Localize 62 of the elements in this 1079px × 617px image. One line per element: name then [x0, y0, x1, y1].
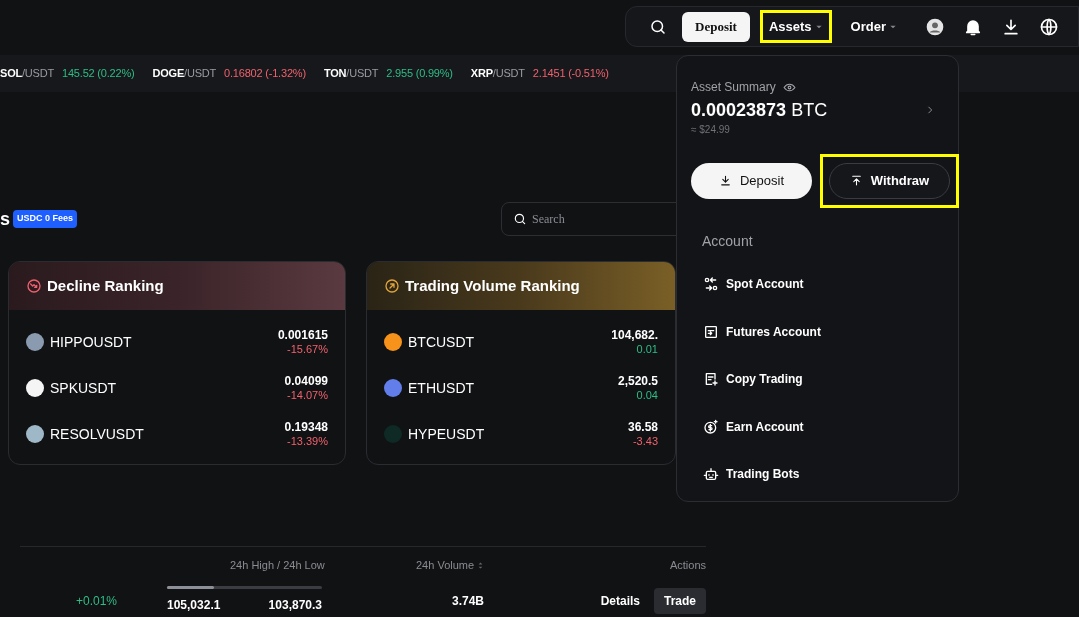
trend-down-icon — [26, 278, 42, 294]
card-title: Trading Volume Ranking — [405, 275, 580, 296]
symbol-name[interactable]: SPKUSDT — [50, 377, 117, 399]
card-title: Decline Ranking — [47, 275, 164, 296]
nav-menu-button[interactable]: Order — [841, 10, 906, 43]
column-header[interactable]: 24h High / 24h Low — [230, 556, 325, 574]
low-value: 103,870.3 — [268, 597, 322, 614]
price-value: 36.58 — [627, 419, 658, 435]
balance-amount: 0.00023873 BTC — [691, 99, 828, 122]
user-avatar-icon — [925, 16, 945, 37]
change-value: +0.01% — [76, 593, 119, 610]
withdraw-button[interactable]: Withdraw — [829, 162, 950, 199]
symbol-name[interactable]: HIPPOUSDT — [50, 331, 132, 353]
summary-label: Asset Summary — [691, 79, 776, 96]
menu-item[interactable]: Spot Account — [691, 260, 944, 308]
symbol-name[interactable]: HYPEUSDT — [408, 423, 485, 445]
menu-item[interactable]: Trading Bots — [691, 450, 944, 498]
ticker-item[interactable]: DOGE/USDT 0.16802 (-1.32%) — [152, 65, 306, 82]
menu-item[interactable]: Copy Trading — [691, 355, 944, 403]
copy-account-icon — [703, 371, 719, 388]
column-header[interactable]: Actions — [669, 556, 706, 574]
price-value: 0.19348 — [284, 419, 328, 435]
price-value: 2,520.5 — [617, 373, 658, 389]
symbol-name[interactable]: ETHUSDT — [408, 377, 475, 399]
earn-account-icon — [703, 418, 719, 435]
upload-icon — [849, 174, 863, 187]
trade-button[interactable]: Trade — [654, 588, 706, 614]
deposit-button[interactable]: Deposit — [691, 162, 812, 199]
change-value: -3.43 — [632, 434, 658, 449]
deposit-button[interactable]: Deposit — [682, 11, 750, 42]
price-value: 104,682. — [611, 327, 658, 343]
price-value: 0.04099 — [284, 373, 328, 389]
section-label: Account — [702, 231, 754, 251]
search-icon — [649, 17, 668, 36]
change-value: -14.07% — [287, 388, 328, 403]
fees-badge: USDC 0 Fees — [13, 210, 78, 228]
bots-account-icon — [703, 466, 719, 483]
high-value: 105,032.1 — [167, 597, 221, 614]
ticker-item[interactable]: SOL/USDT 145.52 (0.22%) — [0, 65, 135, 82]
change-value: -15.67% — [287, 342, 328, 357]
download-icon — [718, 174, 732, 187]
price-value: 0.001615 — [277, 327, 328, 343]
ticker-item[interactable]: TON/USDT 2.955 (0.99%) — [323, 65, 453, 82]
globe-icon — [1039, 16, 1059, 37]
symbol-name[interactable]: RESOLVUSDT — [50, 423, 144, 445]
ticker-item[interactable]: XRP/USDT 2.1451 (-0.51%) — [470, 65, 609, 82]
nav-menu-button[interactable]: Assets — [759, 10, 832, 43]
menu-item[interactable]: Futures Account — [691, 308, 944, 356]
change-value: 0.04 — [636, 388, 658, 403]
symbol-name[interactable]: BTCUSDT — [408, 331, 475, 353]
column-header[interactable]: 24h Volume — [416, 556, 475, 574]
change-value: -13.39% — [287, 434, 328, 449]
volume-value: 3.74B — [450, 593, 484, 610]
futures-account-icon — [703, 323, 719, 340]
change-value: 0.01 — [636, 342, 658, 357]
details-link[interactable]: Details — [598, 588, 642, 614]
chevron-right-icon — [925, 104, 935, 117]
search-icon — [513, 212, 528, 226]
fiat-estimate: ≈ $24.99 — [691, 122, 731, 137]
spot-account-icon — [703, 276, 719, 293]
section-heading: s — [0, 210, 10, 228]
menu-item[interactable]: Earn Account — [691, 403, 944, 451]
